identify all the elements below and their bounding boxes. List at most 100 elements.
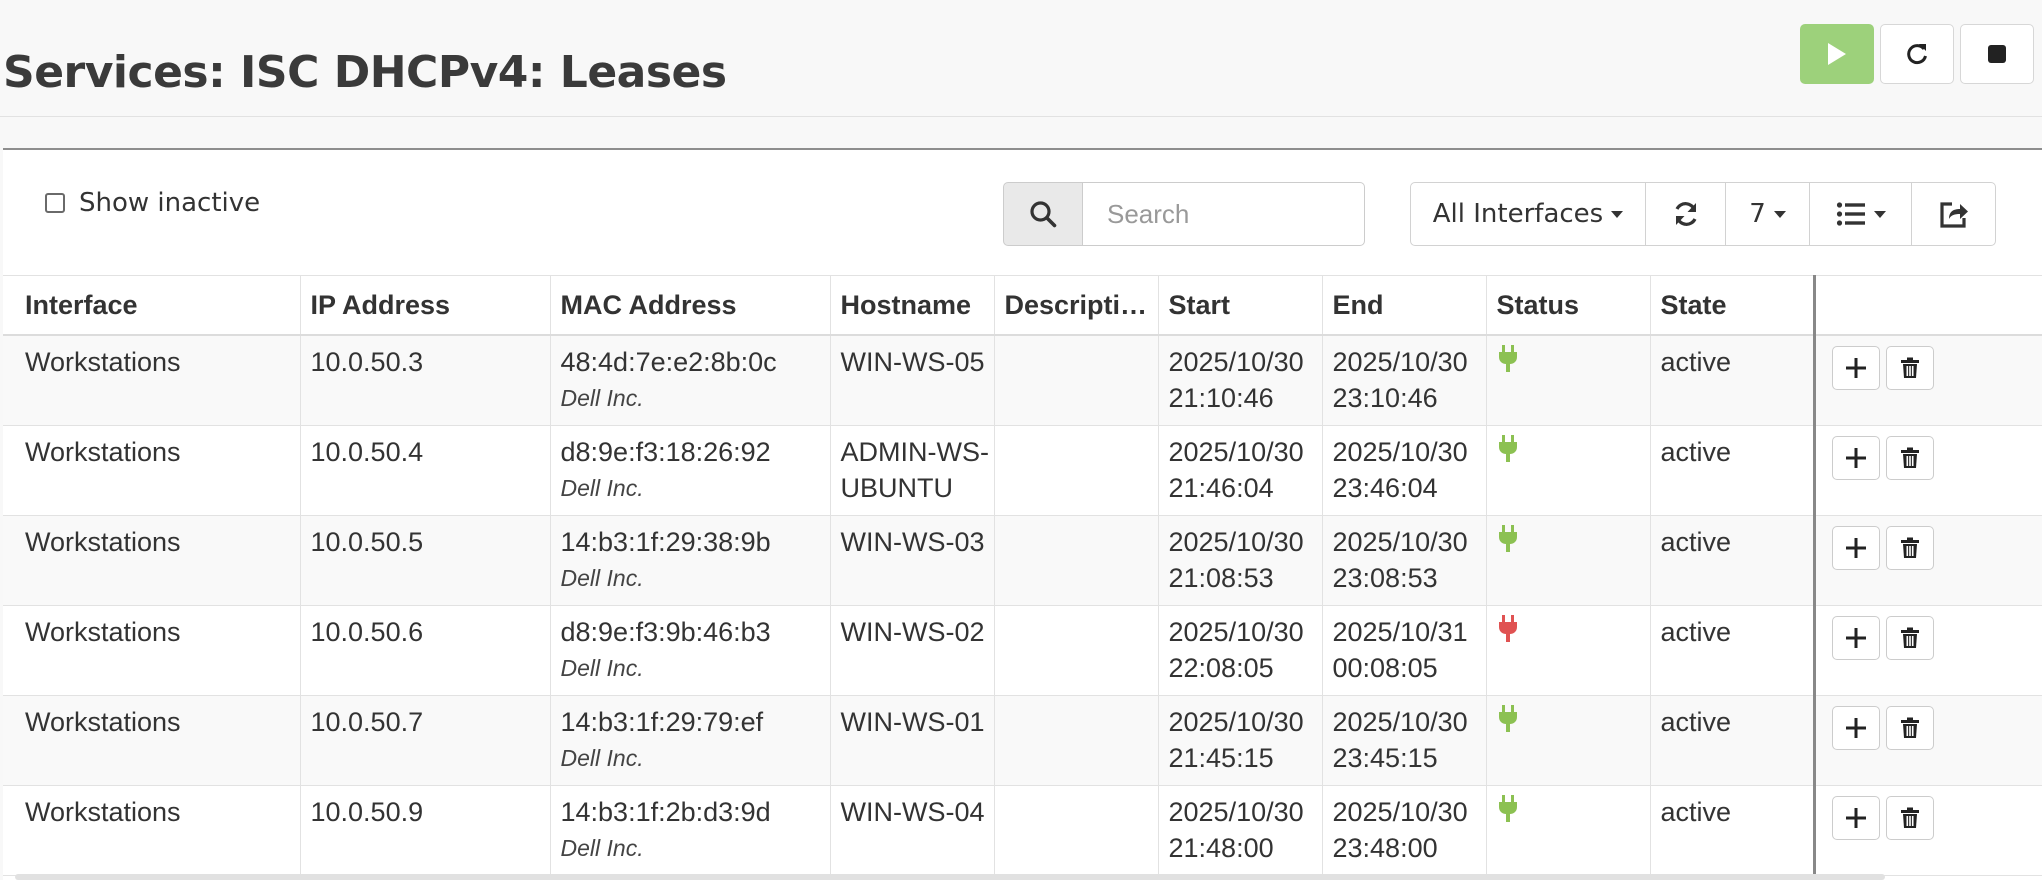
interfaces-dropdown[interactable]: All Interfaces	[1410, 182, 1646, 246]
header-divider	[0, 116, 2042, 117]
table-row[interactable]: Workstations 10.0.50.7 14:b3:1f:29:79:ef De…	[3, 695, 2042, 786]
delete-lease-button[interactable]	[1885, 435, 1934, 480]
end-time: 23:45:15	[1332, 742, 1438, 773]
cell-mac-address: 48:4d:7e:e2:8b:0c Dell Inc.	[550, 335, 831, 426]
add-static-mapping-button[interactable]	[1831, 795, 1880, 840]
cell-hostname: WIN-WS-05	[830, 335, 995, 426]
mac-address: 14:b3:1f:29:38:9b	[560, 526, 771, 557]
show-inactive-checkbox[interactable]	[45, 193, 65, 213]
restart-service-button[interactable]	[1880, 24, 1954, 84]
page-title: Services: ISC DHCPv4: Leases	[3, 47, 727, 99]
delete-lease-button[interactable]	[1885, 525, 1934, 570]
cell-start: 2025/10/30 22:08:05	[1158, 605, 1323, 696]
cell-state: active	[1650, 695, 1815, 786]
ip-address: 10.0.50.9	[310, 796, 424, 827]
plug-icon	[1498, 345, 1517, 372]
ip-address: 10.0.50.4	[310, 436, 424, 467]
caret-down-icon	[1611, 210, 1624, 218]
add-static-mapping-button[interactable]	[1831, 525, 1880, 570]
column-header-state[interactable]: State	[1650, 275, 1815, 336]
hostname-line: UBUNTU	[840, 472, 954, 503]
show-inactive-label: Show inactive	[79, 188, 261, 218]
cell-end: 2025/10/30 23:10:46	[1322, 335, 1487, 426]
hostname-line: ADMIN-WS-	[840, 436, 989, 467]
mac-address: d8:9e:f3:18:26:92	[560, 436, 771, 467]
add-static-mapping-button[interactable]	[1831, 346, 1880, 390]
search-icon-button[interactable]	[1003, 182, 1083, 246]
caret-down-icon	[1873, 210, 1886, 218]
trash-icon	[1900, 627, 1919, 648]
plus-icon	[1845, 717, 1866, 738]
cell-interface: Workstations	[3, 605, 301, 696]
trash-icon	[1900, 807, 1919, 828]
column-header-interface[interactable]: Interface	[3, 275, 301, 336]
cell-ip-address: 10.0.50.4	[300, 425, 551, 516]
table-row[interactable]: Workstations 10.0.50.6 d8:9e:f3:9b:46:b3 De…	[3, 605, 2042, 696]
cell-state: active	[1650, 515, 1815, 606]
column-header-commands	[1812, 275, 2042, 336]
table-row[interactable]: Workstations 10.0.50.5 14:b3:1f:29:38:9b De…	[3, 515, 2042, 606]
search-input[interactable]	[1083, 182, 1365, 246]
columns-dropdown[interactable]	[1810, 182, 1912, 246]
end-time: 00:08:05	[1332, 652, 1438, 683]
end-date: 2025/10/31	[1332, 616, 1468, 647]
cell-ip-address: 10.0.50.9	[300, 785, 551, 876]
delete-lease-button[interactable]	[1885, 795, 1934, 840]
cell-mac-address: d8:9e:f3:18:26:92 Dell Inc.	[550, 425, 831, 516]
delete-lease-button[interactable]	[1885, 615, 1934, 660]
cell-hostname: ADMIN-WS- UBUNTU	[830, 425, 995, 516]
mac-vendor: Dell Inc.	[560, 654, 644, 681]
refresh-icon	[1675, 202, 1696, 226]
add-static-mapping-button[interactable]	[1831, 705, 1880, 750]
cell-state: active	[1650, 425, 1815, 516]
table-row[interactable]: Workstations 10.0.50.9 14:b3:1f:2b:d3:9d De…	[3, 785, 2042, 876]
cell-end: 2025/10/31 00:08:05	[1322, 605, 1487, 696]
plug-icon	[1498, 794, 1517, 822]
mac-vendor: Dell Inc.	[560, 564, 644, 591]
cell-hostname: WIN-WS-04	[830, 785, 995, 876]
start-time: 21:08:53	[1168, 562, 1274, 593]
cell-status	[1486, 515, 1651, 606]
column-header-start[interactable]: Start	[1158, 275, 1323, 336]
column-header-end[interactable]: End	[1322, 275, 1487, 336]
cell-ip-address: 10.0.50.3	[300, 335, 551, 426]
mac-address: 14:b3:1f:29:79:ef	[560, 706, 764, 737]
add-static-mapping-button[interactable]	[1831, 435, 1880, 480]
cell-status	[1486, 605, 1651, 696]
refresh-button[interactable]	[1646, 182, 1726, 246]
column-header-ip-address[interactable]: IP Address	[300, 275, 551, 336]
column-header-description[interactable]: Descripti…	[994, 275, 1159, 336]
start-service-button[interactable]	[1800, 24, 1874, 84]
page-size-dropdown[interactable]: 7	[1726, 182, 1810, 246]
mac-vendor: Dell Inc.	[560, 385, 644, 411]
cell-interface: Workstations	[3, 425, 301, 516]
state: active	[1660, 347, 1732, 377]
show-inactive-toggle[interactable]: Show inactive	[45, 188, 260, 218]
delete-lease-button[interactable]	[1885, 705, 1934, 750]
plus-icon	[1845, 358, 1866, 378]
cell-end: 2025/10/30 23:45:15	[1322, 695, 1487, 786]
column-header-mac-address[interactable]: MAC Address	[550, 275, 831, 336]
hostname: WIN-WS-01	[840, 706, 985, 737]
export-button[interactable]	[1912, 182, 1996, 246]
plug-icon	[1498, 704, 1517, 732]
start-date: 2025/10/30	[1168, 706, 1304, 737]
column-header-hostname[interactable]: Hostname	[830, 275, 995, 336]
cell-hostname: WIN-WS-03	[830, 515, 995, 606]
table-row[interactable]: Workstations 10.0.50.3 48:4d:7e:e2:8b:0c De…	[3, 335, 2042, 426]
stop-service-button[interactable]	[1960, 24, 2034, 84]
cell-commands	[1812, 785, 2042, 876]
delete-lease-button[interactable]	[1885, 346, 1934, 390]
cell-end: 2025/10/30 23:46:04	[1322, 425, 1487, 516]
end-time: 23:46:04	[1332, 472, 1438, 503]
plug-icon	[1498, 434, 1517, 462]
cell-status	[1486, 425, 1651, 516]
horizontal-scrollbar[interactable]	[15, 874, 1885, 880]
cell-start: 2025/10/30 21:08:53	[1158, 515, 1323, 606]
column-header-status[interactable]: Status	[1486, 275, 1651, 336]
cell-commands	[1812, 695, 2042, 786]
cell-end: 2025/10/30 23:08:53	[1322, 515, 1487, 606]
interface-name: Workstations	[25, 616, 181, 647]
add-static-mapping-button[interactable]	[1831, 615, 1880, 660]
table-row[interactable]: Workstations 10.0.50.4 d8:9e:f3:18:26:92 De…	[3, 425, 2042, 516]
